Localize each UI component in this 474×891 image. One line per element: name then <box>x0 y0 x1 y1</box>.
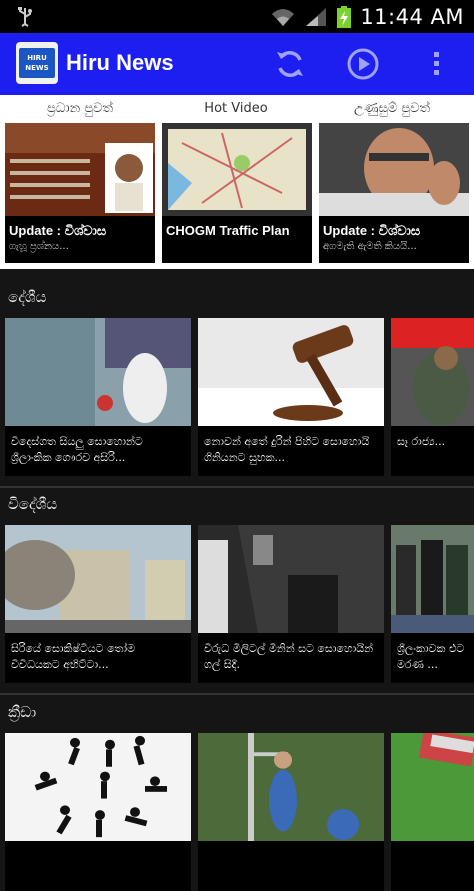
news-card-text: සෑ රාජ්‍ය... <box>397 435 446 448</box>
hot-card-subcaption: අගමැති ඇමති කියයි... <box>323 241 417 252</box>
wifi-icon <box>272 9 295 26</box>
news-card-text: සිරියේ සොකිෂ්ටියට තෝම විවිධයකට අභිට්ටා..… <box>11 642 136 671</box>
news-thumbnail <box>5 318 191 426</box>
hot-card-caption: Update : විශ්වාස <box>9 223 107 238</box>
hot-card-subcaption: ගැහූ ප්‍රශ්නය... <box>9 241 69 252</box>
news-thumbnail <box>391 733 474 841</box>
news-thumbnail <box>198 318 384 426</box>
news-card[interactable] <box>198 733 384 891</box>
signal-icon <box>306 8 327 26</box>
hot-card[interactable]: Update : විශ්වාස අගමැති ඇමති කියයි... <box>319 123 469 263</box>
news-thumbnail <box>5 123 155 216</box>
section-title-foreign: විදේශීය <box>8 495 58 513</box>
divider <box>0 486 474 488</box>
news-thumbnail <box>5 525 191 633</box>
hot-strip: ප්‍රධාන පුවත් Hot Video උණුසුම් පුවත් Up… <box>0 95 474 269</box>
play-icon[interactable] <box>346 47 380 81</box>
app-bar: HIRU NEWS Hiru News <box>0 33 474 95</box>
section-title-sports: ක්‍රීඩා <box>8 703 37 721</box>
news-thumbnail <box>391 525 474 633</box>
news-thumbnail <box>5 733 191 841</box>
news-card[interactable]: ශ්‍රීලංකාවක එට මරණ ... <box>391 525 474 683</box>
hot-card-caption: Update : විශ්වාස <box>323 223 421 238</box>
hot-label-video[interactable]: Hot Video <box>158 101 314 116</box>
news-card[interactable]: සිරියේ සොකිෂ්ටියට තෝම විවිධයකට අභිට්ටා..… <box>5 525 191 683</box>
news-thumbnail <box>391 318 474 426</box>
news-card-text: විරුධ මිලිටල් මිනින් සට සොහොයින් ගල් සිද… <box>204 642 374 671</box>
news-card-text: ශ්‍රීලංකාවක එට මරණ ... <box>397 642 465 671</box>
hot-card[interactable]: Update : විශ්වාස ගැහූ ප්‍රශ්නය... <box>5 123 155 263</box>
hot-card[interactable]: CHOGM Traffic Plan <box>162 123 312 263</box>
news-thumbnail <box>319 123 469 216</box>
clock: 11:44 AM <box>360 5 464 29</box>
news-thumbnail <box>198 525 384 633</box>
app-logo-text: HIRU NEWS <box>19 48 55 78</box>
news-card[interactable] <box>5 733 191 891</box>
overflow-menu-icon[interactable] <box>420 47 454 81</box>
video-thumbnail <box>162 123 312 216</box>
battery-charging-icon <box>337 6 352 28</box>
hot-label-main[interactable]: ප්‍රධාන පුවත් <box>2 101 158 116</box>
section-title-local: දේශීය <box>8 288 47 306</box>
news-card[interactable]: විදෙස්ගත සියලු සොහොන්ට ශ්‍රීලාංකික ගෞරව … <box>5 318 191 476</box>
refresh-icon[interactable] <box>273 47 307 81</box>
news-card-text: නොවන් අතේ දුරින් පිහිට සොහොයි ගිනියනට සු… <box>204 435 370 464</box>
status-bar: 11:44 AM <box>0 0 474 33</box>
app-title: Hiru News <box>66 50 174 75</box>
divider <box>0 693 474 695</box>
hot-card-caption: CHOGM Traffic Plan <box>166 223 290 238</box>
news-thumbnail <box>198 733 384 841</box>
hot-label-hot[interactable]: උණුසුම් පුවත් <box>314 101 470 116</box>
news-card[interactable]: නොවන් අතේ දුරින් පිහිට සොහොයි ගිනියනට සු… <box>198 318 384 476</box>
news-card[interactable]: විරුධ මිලිටල් මිනින් සට සොහොයින් ගල් සිද… <box>198 525 384 683</box>
news-card[interactable]: සෑ රාජ්‍ය... <box>391 318 474 476</box>
news-card[interactable] <box>391 733 474 891</box>
app-logo[interactable]: HIRU NEWS <box>16 42 58 84</box>
usb-icon <box>18 7 32 27</box>
news-card-text: විදෙස්ගත සියලු සොහොන්ට ශ්‍රීලාංකික ගෞරව … <box>11 435 143 464</box>
